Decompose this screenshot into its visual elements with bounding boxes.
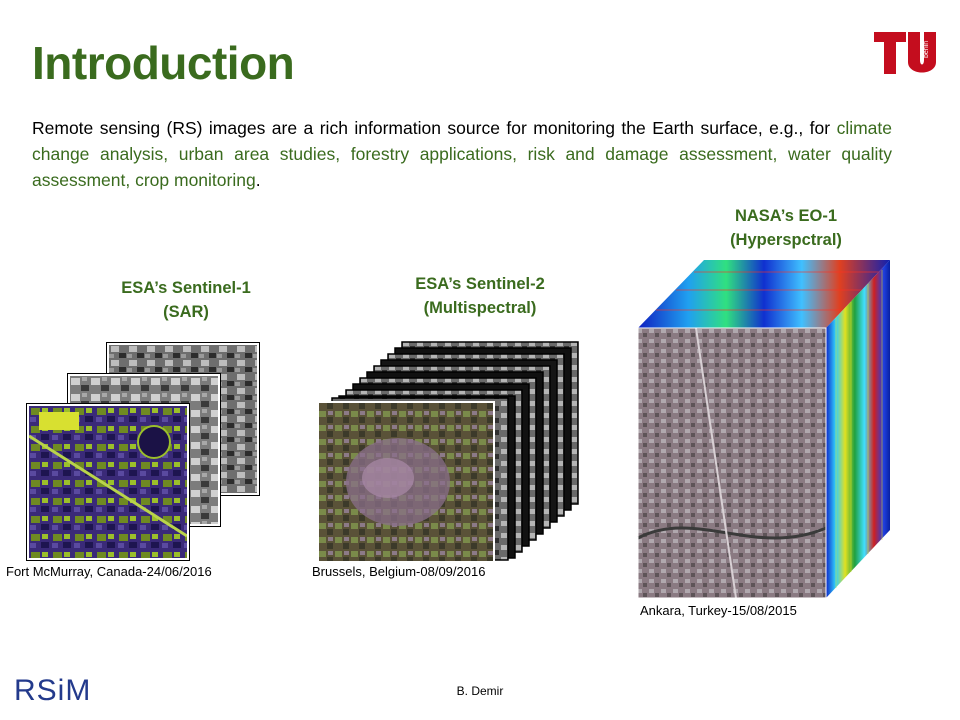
sentinel1-caption: ESA’s Sentinel-1 (SAR): [96, 276, 276, 324]
eo1-caption: NASA’s EO-1 (Hyperspctral): [686, 204, 886, 252]
eo1-caption-line1: NASA’s EO-1: [734, 207, 838, 225]
hyperspectral-cube: [637, 260, 890, 599]
tu-berlin-logo: berlin: [874, 32, 936, 74]
multispectral-band-stack: [318, 341, 579, 563]
sentinel1-caption-line1: ESA’s Sentinel-1: [121, 279, 251, 297]
eo1-location: Ankara, Turkey-15/08/2015: [640, 603, 797, 618]
eo1-caption-line2: (Hyperspctral): [730, 231, 842, 249]
sentinel1-caption-line2: (SAR): [163, 303, 209, 321]
slide-title: Introduction: [32, 37, 295, 89]
intro-text: Remote sensing (RS) images are a rich in…: [32, 118, 837, 138]
svg-text:berlin: berlin: [923, 41, 930, 58]
intro-end: .: [255, 170, 261, 190]
sentinel2-caption-line1: ESA’s Sentinel-2: [415, 275, 545, 293]
sar-image-front: [27, 404, 189, 560]
sentinel2-location: Brussels, Belgium-08/09/2016: [312, 564, 486, 579]
sentinel2-caption: ESA’s Sentinel-2 (Multispectral): [380, 272, 580, 320]
sentinel2-caption-line2: (Multispectral): [423, 299, 537, 317]
sentinel1-location: Fort McMurray, Canada-24/06/2016: [6, 564, 212, 579]
intro-paragraph: Remote sensing (RS) images are a rich in…: [32, 115, 892, 193]
author-label: B. Demir: [456, 684, 504, 698]
